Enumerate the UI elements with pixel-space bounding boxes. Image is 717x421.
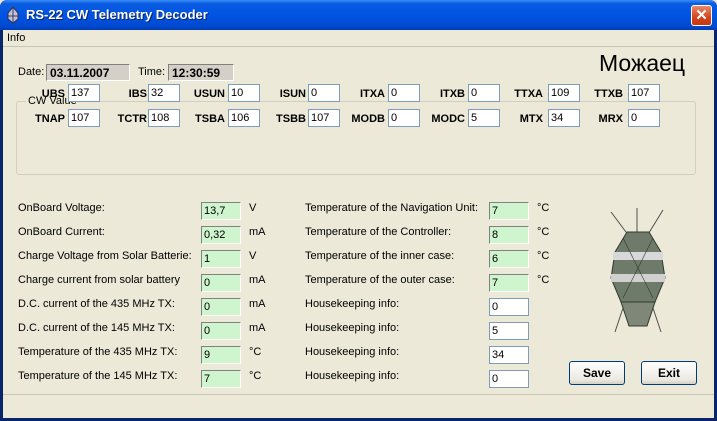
cw-field-itxb[interactable]: 0: [468, 84, 500, 102]
cw-field-mrx[interactable]: 0: [628, 109, 660, 127]
save-button[interactable]: Save: [569, 361, 625, 385]
left-value: 7: [201, 370, 241, 388]
left-unit: mA: [249, 322, 266, 334]
window-title: RS-22 CW Telemetry Decoder: [26, 7, 208, 22]
cw-field-tnap[interactable]: 107: [68, 109, 100, 127]
cw-field-tsbb[interactable]: 107: [308, 109, 340, 127]
cw-label-itxb: ITXB: [439, 88, 465, 100]
cw-field-ttxb[interactable]: 107: [628, 84, 660, 102]
cw-label-tsba: TSBA: [195, 113, 225, 125]
cw-label-mtx: MTX: [519, 113, 543, 125]
right-unit: °C: [537, 226, 550, 238]
left-unit: mA: [249, 226, 266, 238]
time-label: Time:: [138, 66, 166, 78]
left-unit: mA: [249, 298, 266, 310]
left-label: Temperature of the 145 MHz TX:: [18, 370, 178, 382]
close-button[interactable]: ✕: [691, 5, 712, 26]
left-label: Charge Voltage from Solar Batterie:: [18, 250, 192, 262]
cw-field-itxa[interactable]: 0: [388, 84, 420, 102]
cw-label-mrx: MRX: [598, 113, 623, 125]
satellite-name: Можаец: [599, 50, 686, 76]
date-value: 03.11.2007: [46, 64, 130, 81]
right-label: Temperature of the outer case:: [305, 274, 455, 286]
left-label: Temperature of the 435 MHz TX:: [18, 346, 178, 358]
cw-label-ttxb: TTXB: [594, 88, 623, 100]
right-value[interactable]: 5: [489, 322, 529, 340]
cw-field-usun[interactable]: 10: [228, 84, 260, 102]
cw-label-tsbb: TSBB: [276, 113, 306, 125]
cw-field-modc[interactable]: 5: [468, 109, 500, 127]
right-label: Housekeeping info:: [305, 298, 400, 310]
cw-label-modc: MODC: [431, 113, 465, 125]
right-label: Housekeeping info:: [305, 322, 400, 334]
left-unit: °C: [249, 370, 262, 382]
cw-label-ibs: IBS: [128, 88, 147, 100]
left-value: 0,32: [201, 226, 241, 244]
close-icon: ✕: [695, 7, 708, 24]
cw-field-isun[interactable]: 0: [308, 84, 340, 102]
left-label: Charge current from solar battery: [18, 274, 181, 286]
date-label: Date:: [18, 66, 45, 78]
cw-field-tctr[interactable]: 108: [148, 109, 180, 127]
right-value[interactable]: 0: [489, 298, 529, 316]
satellite-image: [610, 208, 666, 333]
cw-field-ibs[interactable]: 32: [148, 84, 180, 102]
left-value: 0: [201, 322, 241, 340]
cw-label-ttxa: TTXA: [514, 88, 543, 100]
status-bar: [3, 394, 714, 418]
right-value[interactable]: 34: [489, 346, 529, 364]
right-unit: °C: [537, 202, 550, 214]
cw-label-modb: MODB: [351, 113, 385, 125]
cw-label-itxa: ITXA: [359, 88, 385, 100]
right-label: Temperature of the Navigation Unit:: [305, 202, 479, 214]
left-unit: mA: [249, 274, 266, 286]
right-value: 6: [489, 250, 529, 268]
time-value: 12:30:59: [168, 64, 234, 81]
cw-field-modb[interactable]: 0: [388, 109, 420, 127]
right-value[interactable]: 0: [489, 370, 529, 388]
app-window: RS-22 CW Telemetry Decoder ✕ Info Date: …: [0, 0, 717, 421]
left-label: D.C. current of the 145 MHz TX:: [18, 322, 175, 334]
cw-field-tsba[interactable]: 106: [228, 109, 260, 127]
right-label: Housekeeping info:: [305, 370, 400, 382]
cw-field-ubs[interactable]: 137: [68, 84, 100, 102]
client-area: Info Date: 03.11.2007 Time: 12:30:59 Мож…: [3, 30, 714, 418]
left-unit: °C: [249, 346, 262, 358]
left-unit: V: [249, 250, 257, 262]
satellite-app-icon: [7, 6, 19, 24]
cw-label-ubs: UBS: [41, 88, 65, 100]
title-bar[interactable]: RS-22 CW Telemetry Decoder ✕: [0, 0, 717, 30]
right-label: Temperature of the inner case:: [305, 250, 455, 262]
right-label: Housekeeping info:: [305, 346, 400, 358]
left-label: OnBoard Voltage:: [18, 202, 105, 214]
right-value: 7: [489, 202, 529, 220]
left-label: OnBoard Current:: [18, 226, 105, 238]
left-unit: V: [249, 202, 257, 214]
right-unit: °C: [537, 250, 550, 262]
left-value: 13,7: [201, 202, 241, 220]
left-label: D.C. current of the 435 MHz TX:: [18, 298, 175, 310]
cw-field-ttxa[interactable]: 109: [548, 84, 580, 102]
right-label: Temperature of the Controller:: [305, 226, 452, 238]
right-unit: °C: [537, 274, 550, 286]
left-value: 0: [201, 274, 241, 292]
left-value: 1: [201, 250, 241, 268]
cw-label-tnap: TNAP: [35, 113, 65, 125]
cw-label-tctr: TCTR: [117, 113, 147, 125]
left-value: 9: [201, 346, 241, 364]
cw-label-isun: ISUN: [279, 88, 306, 100]
right-value: 7: [489, 274, 529, 292]
menu-info[interactable]: Info: [7, 32, 25, 44]
cw-label-usun: USUN: [193, 88, 225, 100]
exit-button[interactable]: Exit: [641, 361, 697, 385]
left-value: 0: [201, 298, 241, 316]
cw-field-mtx[interactable]: 34: [548, 109, 580, 127]
menu-bar: Info: [3, 30, 714, 47]
cw-value-group: CW Value UBS 137 IBS 32 USUN 10 ISUN 0 ITXA 0 ITXB…: [16, 84, 696, 175]
right-value: 8: [489, 226, 529, 244]
